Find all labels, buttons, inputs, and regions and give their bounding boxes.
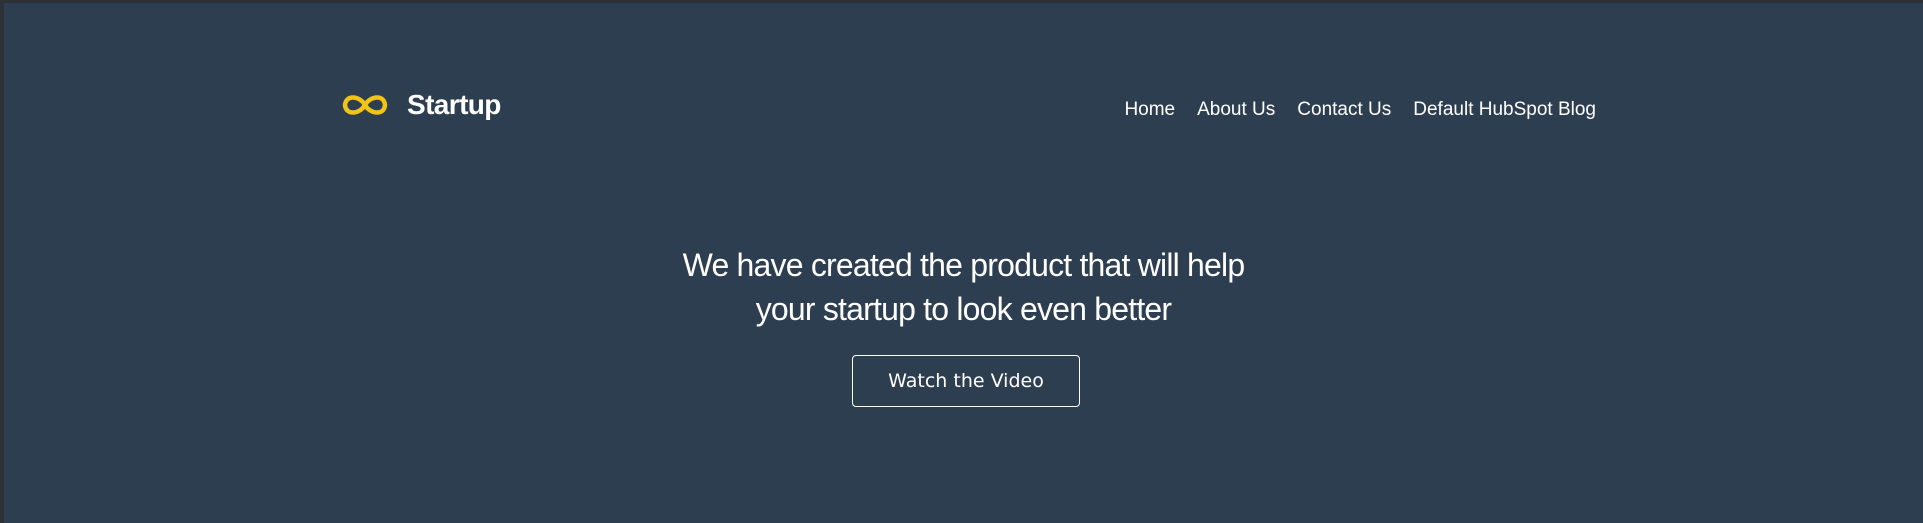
logo-link[interactable]: Startup bbox=[341, 89, 501, 121]
nav-link-contact-us[interactable]: Contact Us bbox=[1297, 99, 1391, 121]
logo-text: Startup bbox=[407, 89, 501, 120]
infinity-icon bbox=[342, 95, 388, 115]
nav-link-about-us[interactable]: About Us bbox=[1197, 99, 1275, 121]
hero-heading-line-1: We have created the product that will he… bbox=[682, 247, 1246, 283]
hero-heading-line-2: your startup to look even better bbox=[755, 291, 1172, 327]
nav-link-home[interactable]: Home bbox=[1124, 99, 1175, 121]
hero-heading: We have created the product that will he… bbox=[4, 243, 1923, 331]
main-nav: Home About Us Contact Us Default HubSpot… bbox=[1124, 99, 1596, 121]
watch-video-button[interactable]: Watch the Video bbox=[852, 355, 1080, 407]
nav-link-blog[interactable]: Default HubSpot Blog bbox=[1413, 99, 1596, 121]
page: Startup Home About Us Contact Us Default… bbox=[4, 3, 1923, 523]
